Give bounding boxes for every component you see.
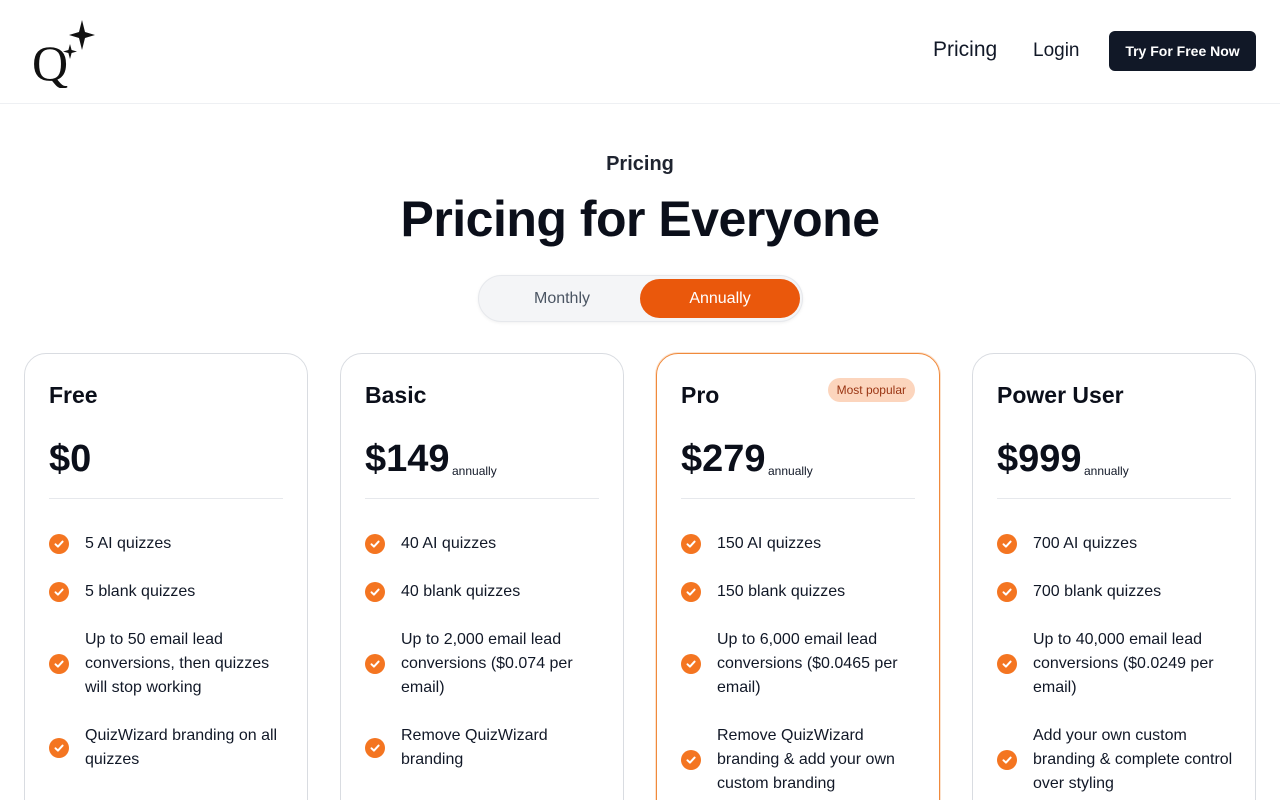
billing-period: annually	[768, 464, 813, 478]
plan-name: Basic	[365, 382, 427, 408]
plan-feature: QuizWizard branding on all quizzes	[49, 724, 287, 772]
billing-period: annually	[1084, 464, 1129, 478]
plan-feature: Add your own custom branding & complete …	[997, 724, 1235, 796]
nav-login-link[interactable]: Login	[1033, 40, 1080, 62]
check-icon	[365, 534, 385, 554]
section-eyebrow: Pricing	[606, 153, 674, 175]
plan-name: Pro	[681, 382, 720, 408]
feature-text: Up to 40,000 email lead conversions ($0.…	[1033, 631, 1214, 696]
feature-text: 700 AI quizzes	[1033, 535, 1138, 552]
check-icon	[997, 582, 1017, 602]
plan-name: Free	[49, 382, 98, 408]
check-icon	[997, 654, 1017, 674]
check-icon	[365, 582, 385, 602]
feature-text: 700 blank quizzes	[1033, 583, 1162, 600]
feature-text: Up to 50 email lead conversions, then qu…	[85, 631, 270, 696]
check-icon	[997, 534, 1017, 554]
plan-feature: 5 AI quizzes	[49, 532, 287, 556]
check-icon	[681, 654, 701, 674]
toggle-annually[interactable]: Annually	[640, 279, 800, 318]
plan-feature: 40 AI quizzes	[365, 532, 603, 556]
price-divider	[997, 498, 1231, 499]
plan-card-pro: Pro Most popular $279 annually 150 AI quizze…	[656, 353, 940, 800]
plan-price: $149	[365, 438, 450, 480]
feature-text: Up to 6,000 email lead conversions ($0.0…	[717, 631, 898, 696]
toggle-monthly[interactable]: Monthly	[482, 279, 642, 318]
feature-text: 40 AI quizzes	[401, 535, 497, 552]
feature-text: 5 blank quizzes	[85, 583, 196, 600]
feature-text: 5 AI quizzes	[85, 535, 172, 552]
plan-feature: 150 blank quizzes	[681, 580, 919, 604]
plan-feature: Up to 2,000 email lead conversions ($0.0…	[365, 628, 603, 700]
plan-price: $0	[49, 438, 92, 480]
plan-feature: Remove QuizWizard branding & add your ow…	[681, 724, 919, 796]
sparkle-icon	[69, 20, 95, 50]
price-divider	[681, 498, 915, 499]
plan-card-free: Free $0 5 AI quizzes 5 blank quizzes Up to 5…	[24, 353, 308, 800]
nav-pricing-link[interactable]: Pricing	[933, 38, 997, 62]
feature-text: 150 blank quizzes	[717, 583, 846, 600]
billing-toggle: Monthly Annually	[478, 275, 803, 322]
plan-price: $279	[681, 438, 766, 480]
check-icon	[997, 750, 1017, 770]
check-icon	[49, 582, 69, 602]
plan-card-basic: Basic $149 annually 40 AI quizzes 40 blank q…	[340, 353, 624, 800]
site-header: Q Pricing Login Try For Free Now	[0, 0, 1280, 104]
feature-text: Up to 2,000 email lead conversions ($0.0…	[401, 631, 573, 696]
plan-feature: Remove QuizWizard branding	[365, 724, 603, 772]
plan-feature: Up to 50 email lead conversions, then qu…	[49, 628, 287, 700]
check-icon	[49, 738, 69, 758]
feature-text: Remove QuizWizard branding & add your ow…	[717, 727, 895, 792]
check-icon	[49, 534, 69, 554]
plan-feature: 700 blank quizzes	[997, 580, 1235, 604]
plan-feature: 150 AI quizzes	[681, 532, 919, 556]
check-icon	[681, 750, 701, 770]
check-icon	[681, 582, 701, 602]
billing-period: annually	[452, 464, 497, 478]
quizwizard-logo[interactable]: Q	[30, 18, 96, 91]
check-icon	[681, 534, 701, 554]
plan-price: $999	[997, 438, 1082, 480]
check-icon	[49, 654, 69, 674]
feature-text: 150 AI quizzes	[717, 535, 822, 552]
price-divider	[365, 498, 599, 499]
feature-text: Add your own custom branding & complete …	[1033, 727, 1233, 792]
feature-text: 40 blank quizzes	[401, 583, 521, 600]
most-popular-badge: Most popular	[827, 378, 915, 402]
price-divider	[49, 498, 283, 499]
check-icon	[365, 738, 385, 758]
try-for-free-button[interactable]: Try For Free Now	[1109, 31, 1256, 71]
plan-feature: Up to 40,000 email lead conversions ($0.…	[997, 628, 1235, 700]
plan-feature: 40 blank quizzes	[365, 580, 603, 604]
plan-card-power-user: Power User $999 annually 700 AI quizzes 700 …	[972, 353, 1256, 800]
feature-text: Remove QuizWizard branding	[401, 727, 548, 768]
plan-feature: Up to 6,000 email lead conversions ($0.0…	[681, 628, 919, 700]
feature-text: QuizWizard branding on all quizzes	[85, 727, 278, 768]
plan-feature: 5 blank quizzes	[49, 580, 287, 604]
check-icon	[365, 654, 385, 674]
plan-name: Power User	[997, 382, 1124, 408]
logo-letter: Q	[32, 35, 68, 88]
plan-feature: 700 AI quizzes	[997, 532, 1235, 556]
page-title: Pricing for Everyone	[400, 191, 880, 247]
